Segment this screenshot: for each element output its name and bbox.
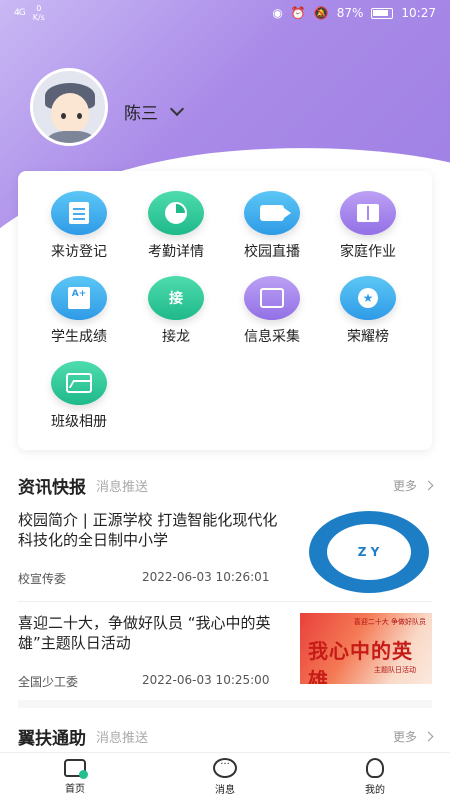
clock: 10:27 bbox=[401, 6, 436, 20]
news-item[interactable]: 校园简介 | 正源学校 打造智能化现代化科技化的全日制中小学 校宣传委 2022… bbox=[18, 510, 432, 594]
nav-mine[interactable]: 我的 bbox=[300, 753, 450, 800]
section-divider bbox=[18, 700, 432, 708]
news-section-title: 资讯快报 bbox=[18, 477, 86, 498]
news-title: 校园简介 | 正源学校 打造智能化现代化科技化的全日制中小学 bbox=[18, 511, 278, 549]
chevron-down-icon[interactable] bbox=[169, 101, 185, 117]
menu-item-homework[interactable]: 家庭作业 bbox=[323, 191, 413, 261]
menu-label: 荣耀榜 bbox=[347, 329, 389, 345]
home-icon bbox=[64, 758, 88, 779]
news-thumbnail: 喜迎二十大 争做好队员 我心中的英雄 主题队日活动 bbox=[300, 613, 432, 684]
class-album-icon bbox=[51, 361, 107, 405]
user-name[interactable]: 陈三 bbox=[124, 99, 158, 124]
news-more-link[interactable]: 更多 bbox=[392, 477, 434, 494]
menu-label: 家庭作业 bbox=[340, 244, 396, 260]
menu-item-relay[interactable]: 接 接龙 bbox=[131, 276, 221, 346]
news-thumbnail: Z Y bbox=[305, 510, 432, 594]
menu-label: 考勤详情 bbox=[148, 244, 204, 260]
homework-book-icon bbox=[340, 191, 396, 235]
nav-home-label: 首页 bbox=[65, 783, 85, 795]
news-time: 2022-06-03 10:25:00 bbox=[142, 673, 270, 687]
menu-item-attendance[interactable]: 考勤详情 bbox=[131, 191, 221, 261]
eye-icon: ◉ bbox=[272, 6, 283, 20]
aid-section-subtitle: 消息推送 bbox=[96, 730, 149, 746]
nav-messages-label: 消息 bbox=[215, 784, 235, 796]
nav-mine-label: 我的 bbox=[365, 784, 385, 796]
news-time: 2022-06-03 10:26:01 bbox=[142, 570, 270, 584]
menu-label: 校园直播 bbox=[244, 244, 300, 260]
function-menu-card: 来访登记 考勤详情 校园直播 家庭作业 A+ 学生成绩 接 接龙 信息采集 ★ … bbox=[18, 171, 432, 450]
info-collect-icon bbox=[244, 276, 300, 320]
menu-label: 信息采集 bbox=[244, 329, 300, 345]
menu-item-honor[interactable]: ★ 荣耀榜 bbox=[323, 276, 413, 346]
more-label: 更多 bbox=[392, 729, 417, 744]
grades-icon: A+ bbox=[51, 276, 107, 320]
news-source: 校宣传委 bbox=[18, 572, 67, 586]
chevron-right-icon bbox=[423, 731, 434, 741]
visit-register-icon bbox=[51, 191, 107, 235]
news-source: 全国少工委 bbox=[18, 675, 79, 689]
news-title: 喜迎二十大，争做好队员 “我心中的英雄”主题队日活动 bbox=[18, 614, 271, 652]
speed-unit: K/s bbox=[32, 13, 45, 22]
menu-label: 班级相册 bbox=[51, 414, 107, 430]
nav-messages[interactable]: ··· 消息 bbox=[150, 753, 300, 800]
aid-more-link[interactable]: 更多 bbox=[392, 728, 434, 745]
divider bbox=[18, 601, 432, 602]
news-section-subtitle: 消息推送 bbox=[96, 479, 149, 495]
battery-level: 87% bbox=[336, 6, 364, 20]
aid-section-title: 翼扶通助 bbox=[18, 728, 86, 749]
nav-home[interactable]: 首页 bbox=[0, 753, 150, 800]
menu-item-grades[interactable]: A+ 学生成绩 bbox=[34, 276, 124, 346]
chevron-right-icon bbox=[423, 480, 434, 490]
menu-item-visit-register[interactable]: 来访登记 bbox=[34, 191, 124, 261]
alarm-icon: ⏰ bbox=[290, 6, 306, 20]
menu-label: 接龙 bbox=[162, 329, 190, 345]
profile-header[interactable]: 陈三 bbox=[30, 68, 185, 146]
menu-item-class-album[interactable]: 班级相册 bbox=[34, 361, 124, 431]
more-label: 更多 bbox=[392, 478, 417, 493]
aid-section-header: 翼扶通助 消息推送 更多 bbox=[18, 724, 434, 749]
avatar[interactable] bbox=[30, 68, 108, 146]
menu-label: 来访登记 bbox=[51, 244, 107, 260]
menu-item-live[interactable]: 校园直播 bbox=[227, 191, 317, 261]
bottom-nav: 首页 ··· 消息 我的 bbox=[0, 752, 450, 800]
live-camera-icon bbox=[244, 191, 300, 235]
battery-icon bbox=[371, 7, 394, 19]
signal-icon: 4G bbox=[14, 8, 26, 18]
chat-bubble-icon: ··· bbox=[213, 757, 237, 778]
network-speed: 0 K/s bbox=[33, 4, 45, 22]
status-bar: 4G 0 K/s ◉ ⏰ 🔕 87% 10:27 bbox=[0, 0, 450, 26]
menu-label: 学生成绩 bbox=[51, 329, 107, 345]
school-logo: Z Y bbox=[308, 511, 429, 593]
relay-icon: 接 bbox=[148, 276, 204, 320]
speed-value: 0 bbox=[36, 4, 42, 13]
honor-medal-icon: ★ bbox=[340, 276, 396, 320]
attendance-pie-icon bbox=[148, 191, 204, 235]
news-section-header: 资讯快报 消息推送 更多 bbox=[18, 473, 434, 498]
news-item[interactable]: 喜迎二十大，争做好队员 “我心中的英雄”主题队日活动 全国少工委 2022-06… bbox=[18, 613, 432, 689]
menu-item-info-collect[interactable]: 信息采集 bbox=[227, 276, 317, 346]
user-icon bbox=[366, 757, 384, 778]
mute-icon: 🔕 bbox=[313, 6, 329, 20]
